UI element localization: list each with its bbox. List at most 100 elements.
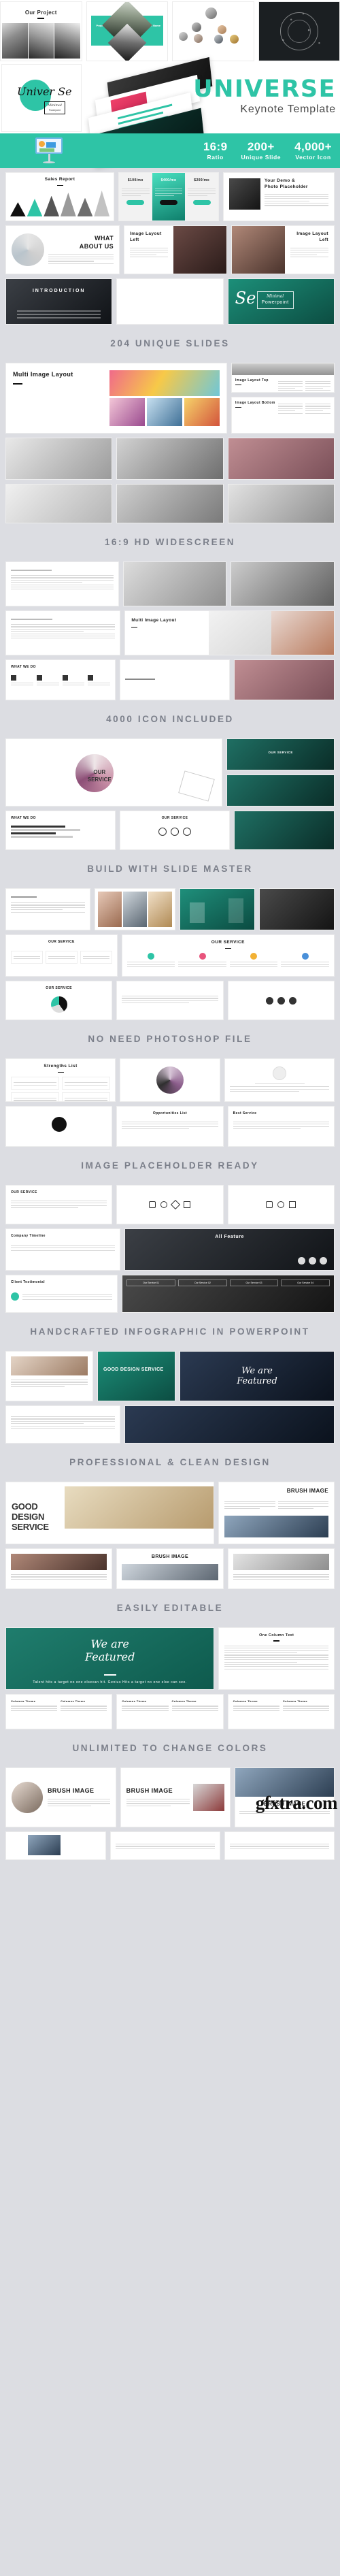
slide-brush-image-right[interactable]: BRUSH IMAGE bbox=[218, 1482, 335, 1544]
slide-thumb-grid[interactable] bbox=[95, 888, 175, 930]
slide-one-column-text[interactable]: One Column Text bbox=[218, 1627, 335, 1690]
slide-good-design-service[interactable]: GOOD DESIGN SERVICE bbox=[5, 1482, 215, 1544]
slide-your-demo[interactable]: Your Demo & Photo Placeholder bbox=[223, 172, 335, 221]
slide-text-block-a[interactable] bbox=[5, 1405, 121, 1444]
slide-icon-row-2[interactable] bbox=[116, 1185, 224, 1224]
slide-pricing-columns[interactable]: $100/mo $400/mo $200/mo bbox=[118, 172, 219, 221]
slide-title: WHAT WE DO bbox=[11, 665, 36, 669]
slide-columns-a[interactable]: Columns Theme Columns Theme bbox=[5, 1694, 113, 1729]
slide-footer-a[interactable] bbox=[5, 1831, 106, 1860]
slide-checklist[interactable] bbox=[5, 888, 90, 930]
slide-icon-round[interactable] bbox=[5, 1106, 113, 1147]
slide-our-service-dark-1[interactable]: OUR SERVICE bbox=[226, 738, 335, 770]
slide-client-testimonial[interactable]: Client Testimonial bbox=[5, 1275, 118, 1313]
slide-image-layout-left-2[interactable]: Image Layout Left bbox=[231, 225, 335, 274]
slide-opportunities-list[interactable]: Opportunities List bbox=[116, 1106, 224, 1147]
slide-row: Opportunities List Best Service bbox=[0, 1106, 340, 1151]
slide-footer-b[interactable] bbox=[110, 1831, 220, 1860]
slide-image-bicycle[interactable] bbox=[234, 659, 335, 700]
pricing-button[interactable] bbox=[160, 200, 177, 206]
slide-our-service-pie[interactable]: OUR SERVICE bbox=[5, 981, 113, 1020]
slide-image-layout-top[interactable]: Image Layout Top bbox=[231, 363, 335, 393]
slide-image-e[interactable] bbox=[116, 484, 224, 523]
slide-company-timeline[interactable]: Company Timeline bbox=[5, 1228, 121, 1271]
slide-our-service-dark-2[interactable] bbox=[226, 775, 335, 806]
slide-image-c[interactable] bbox=[227, 438, 335, 480]
feature-icon bbox=[320, 1257, 327, 1265]
logo-badge: Minimal Powerpoint bbox=[44, 101, 65, 114]
slide-icon-grid[interactable]: WHAT WE DO bbox=[5, 659, 116, 700]
slide-columns-b[interactable]: Columns Theme Columns Theme bbox=[116, 1694, 224, 1729]
slide-our-service-cards[interactable]: OUR SERVICE bbox=[5, 934, 118, 977]
slide-multi-image-layout[interactable]: Multi Image Layout bbox=[5, 363, 227, 434]
slide-we-are-featured-city[interactable]: We are Featured bbox=[180, 1351, 335, 1401]
image-shape bbox=[190, 902, 205, 923]
pricing-button[interactable] bbox=[192, 200, 211, 206]
slide-team-members[interactable] bbox=[172, 1, 254, 61]
slide-project-name[interactable]: Project Name Project Name bbox=[86, 1, 168, 61]
slide-our-service-brush[interactable]: OUR SERVICE bbox=[5, 738, 223, 806]
slide-cover-se[interactable]: Se Minimal Powerpoint bbox=[227, 278, 335, 325]
slide-image-dark-leaf[interactable] bbox=[234, 811, 335, 850]
slide-brush-image-2[interactable]: BRUSH IMAGE bbox=[120, 1767, 231, 1827]
slide-footer-c[interactable] bbox=[224, 1831, 335, 1860]
slide-good-design-service-teal[interactable]: GOOD DESIGN SERVICE bbox=[97, 1351, 175, 1401]
slide-brush-image-center[interactable]: BRUSH IMAGE bbox=[116, 1548, 224, 1589]
slide-all-feature[interactable]: All Feature bbox=[124, 1228, 335, 1271]
slide-image-b[interactable] bbox=[116, 438, 224, 480]
slide-image-layout-bottom[interactable]: Image Layout Bottom bbox=[231, 397, 335, 434]
slide-teal-photo[interactable] bbox=[180, 888, 255, 930]
slide-brush-image-1[interactable]: BRUSH IMAGE bbox=[5, 1767, 116, 1827]
slide-what-about-us[interactable]: WHAT ABOUT US bbox=[5, 225, 120, 274]
slide-network-dark[interactable] bbox=[258, 1, 340, 61]
slide-sales-report[interactable]: Sales Report bbox=[5, 172, 114, 221]
slide-brush-a[interactable] bbox=[5, 1548, 113, 1589]
slide-image-dark[interactable] bbox=[259, 888, 335, 930]
slide-image-f[interactable] bbox=[227, 484, 335, 523]
slide-image-layout-left[interactable]: Image Layout Left bbox=[124, 225, 227, 274]
stat-label: Ratio bbox=[207, 153, 224, 161]
slide-strengths-list[interactable]: Strengths List bbox=[5, 1058, 116, 1102]
title-underline bbox=[103, 1674, 116, 1676]
slide-list-a[interactable] bbox=[5, 561, 119, 606]
slide-best-service[interactable]: Best Service bbox=[227, 1106, 335, 1147]
stat-number: 200+ bbox=[247, 140, 275, 154]
pricing-col-2: $400/mo bbox=[152, 173, 186, 221]
slide-blank-white[interactable] bbox=[116, 278, 224, 325]
slide-our-service-icons[interactable]: OUR SERVICE bbox=[120, 811, 230, 850]
slide-our-service-plain[interactable]: OUR SERVICE bbox=[5, 1185, 113, 1224]
slide-introduction[interactable]: INTRODUCTION bbox=[5, 278, 113, 325]
slide-text-only[interactable] bbox=[120, 659, 230, 700]
feature-icon bbox=[62, 674, 68, 681]
slide-icon-row-3[interactable] bbox=[227, 1185, 335, 1224]
slide-icons-row[interactable] bbox=[227, 981, 335, 1020]
slide-list-b[interactable] bbox=[5, 610, 121, 655]
slide-what-we-do-list[interactable]: WHAT WE DO bbox=[5, 811, 116, 850]
slide-we-are-featured-teal[interactable]: We are Featured Talent hits a target no … bbox=[5, 1627, 215, 1690]
slide-yinyang[interactable] bbox=[120, 1058, 220, 1102]
slide-image-d[interactable] bbox=[5, 484, 113, 523]
slide-row: GOOD DESIGN SERVICE BRUSH IMAGE bbox=[0, 1482, 340, 1548]
slide-columns-c[interactable]: Columns Theme Columns Theme bbox=[227, 1694, 335, 1729]
slide-image-g[interactable] bbox=[122, 561, 227, 606]
slide-title: BRUSH IMAGE bbox=[48, 1787, 95, 1794]
slide-brush-left[interactable] bbox=[5, 1351, 93, 1401]
slide-block-a: Sales Report $100/mo $400/mo $200/mo You… bbox=[0, 168, 340, 329]
image-placeholder bbox=[11, 1356, 88, 1375]
slide-plain-lines[interactable] bbox=[116, 981, 224, 1020]
slide-row: Multi Image Layout bbox=[0, 610, 340, 659]
logo-card: Univer Se Minimal Powerpoint bbox=[1, 64, 82, 132]
slide-city-night[interactable] bbox=[124, 1405, 335, 1444]
slide-block-b: Multi Image Layout Image Layout Top Imag… bbox=[0, 359, 340, 527]
slide-image-a[interactable] bbox=[5, 438, 113, 480]
slide-image-h[interactable] bbox=[231, 561, 335, 606]
slide-our-service-wide[interactable]: OUR SERVICE bbox=[121, 934, 335, 977]
slide-multi-image-layout-2[interactable]: Multi Image Layout bbox=[124, 610, 335, 655]
pricing-button[interactable] bbox=[126, 200, 145, 206]
slide-profile[interactable] bbox=[224, 1058, 335, 1102]
brush-image bbox=[64, 1486, 214, 1529]
slide-our-project[interactable]: Our Project bbox=[0, 1, 82, 61]
divider-label: 204 UNIQUE SLIDES bbox=[110, 338, 230, 348]
slide-our-service-four[interactable]: Our Service 01 Our Service 02 Our Servic… bbox=[122, 1275, 335, 1313]
slide-brush-b[interactable] bbox=[227, 1548, 335, 1589]
